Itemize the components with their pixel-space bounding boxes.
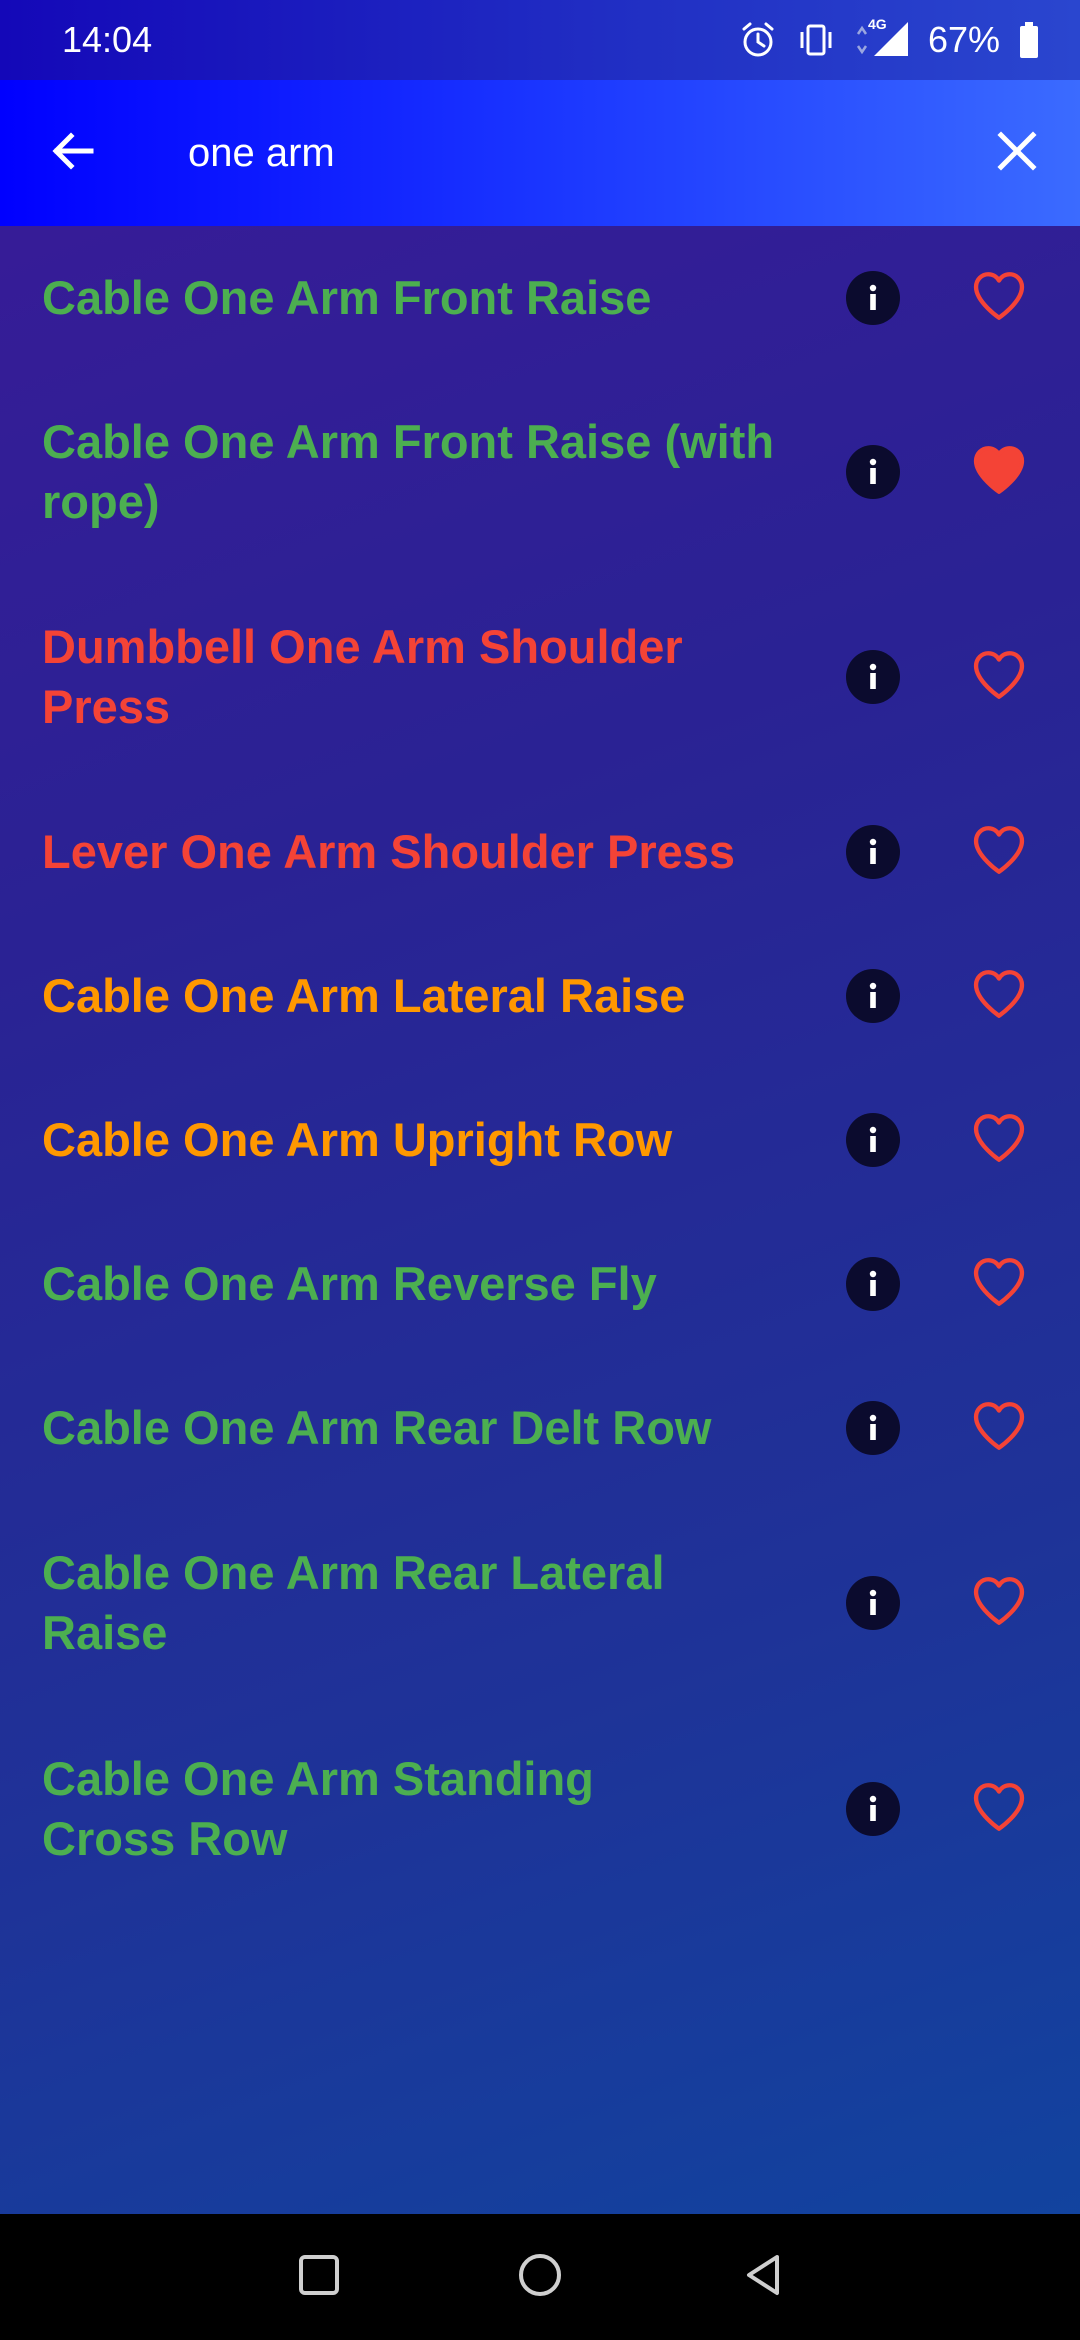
info-button[interactable] [846,825,900,879]
heart-outline-icon [970,1109,1028,1172]
list-item[interactable]: Cable One Arm Reverse Fly [0,1212,1080,1356]
heart-outline-icon [970,1397,1028,1460]
vibrate-icon [796,20,836,60]
favorite-button[interactable] [968,1397,1030,1459]
exercise-title[interactable]: Cable One Arm Upright Row [42,1110,782,1170]
exercise-title[interactable]: Dumbbell One Arm Shoulder Press [42,617,782,737]
network-type-label: 4G [867,16,887,32]
arrow-left-icon [49,127,97,180]
app-screen: 14:04 4G 67% one arm Cable One Arm Front… [0,0,1080,2340]
exercise-title[interactable]: Lever One Arm Shoulder Press [42,822,782,882]
exercise-title[interactable]: Cable One Arm Reverse Fly [42,1254,782,1314]
favorite-button[interactable] [968,965,1030,1027]
info-icon [846,825,900,879]
battery-percent: 67% [927,19,1000,60]
list-item[interactable]: Cable One Arm Front Raise [0,226,1080,370]
heart-filled-icon [970,441,1028,504]
info-button[interactable] [846,1782,900,1836]
status-bar: 14:04 4G 67% [0,0,1080,80]
heart-outline-icon [970,821,1028,884]
list-item[interactable]: Cable One Arm Rear Delt Row [0,1356,1080,1500]
favorite-button[interactable] [968,821,1030,883]
info-icon [846,969,900,1023]
exercise-title[interactable]: Cable One Arm Front Raise (with rope) [42,412,782,532]
info-button[interactable] [846,445,900,499]
info-button[interactable] [846,271,900,325]
exercise-title[interactable]: Cable One Arm Front Raise [42,268,782,328]
alarm-icon [738,20,778,60]
favorite-button[interactable] [968,1109,1030,1171]
list-item[interactable]: Cable One Arm Standing Cross Row [0,1706,1080,1912]
close-icon [995,129,1039,178]
clear-search-button[interactable] [984,120,1050,186]
list-item[interactable]: Cable One Arm Rear Lateral Raise [0,1500,1080,1706]
signal-icon: 4G [854,16,910,60]
exercise-title[interactable]: Cable One Arm Standing Cross Row [42,1749,642,1869]
info-button[interactable] [846,1257,900,1311]
info-button[interactable] [846,969,900,1023]
heart-outline-icon [970,646,1028,709]
heart-outline-icon [970,1572,1028,1635]
search-input[interactable] [188,120,948,186]
recents-button[interactable] [284,2242,354,2312]
recents-square-icon [297,2253,341,2302]
heart-outline-icon [970,965,1028,1028]
battery-icon [1018,20,1040,60]
heart-outline-icon [970,1778,1028,1841]
search-app-bar [0,80,1080,226]
list-item[interactable]: Lever One Arm Shoulder Press [0,780,1080,924]
favorite-button[interactable] [968,1778,1030,1840]
info-icon [846,1576,900,1630]
heart-outline-icon [970,1253,1028,1316]
system-nav-bar [0,2214,1080,2340]
favorite-button[interactable] [968,1253,1030,1315]
info-button[interactable] [846,1401,900,1455]
status-time: 14:04 [62,19,153,60]
favorite-button[interactable] [968,646,1030,708]
info-icon [846,445,900,499]
heart-outline-icon [970,267,1028,330]
exercise-title[interactable]: Cable One Arm Lateral Raise [42,966,782,1026]
home-circle-icon [516,2251,564,2304]
exercise-title[interactable]: Cable One Arm Rear Lateral Raise [42,1543,782,1663]
favorite-button[interactable] [968,267,1030,329]
exercise-title[interactable]: Cable One Arm Rear Delt Row [42,1398,782,1458]
info-icon [846,1782,900,1836]
info-icon [846,650,900,704]
info-icon [846,1113,900,1167]
info-icon [846,1257,900,1311]
favorite-button[interactable] [968,1572,1030,1634]
info-button[interactable] [846,650,900,704]
info-icon [846,271,900,325]
favorite-button[interactable] [968,441,1030,503]
list-item[interactable]: Cable One Arm Lateral Raise [0,924,1080,1068]
results-list: Cable One Arm Front Raise Cable One Arm … [0,226,1080,1912]
back-nav-button[interactable] [728,2242,798,2312]
info-icon [846,1401,900,1455]
info-button[interactable] [846,1113,900,1167]
back-button[interactable] [40,120,106,186]
list-item[interactable]: Cable One Arm Front Raise (with rope) [0,370,1080,574]
list-item[interactable]: Dumbbell One Arm Shoulder Press [0,574,1080,780]
home-button[interactable] [505,2242,575,2312]
list-item[interactable]: Cable One Arm Upright Row [0,1068,1080,1212]
back-triangle-icon [739,2251,787,2304]
info-button[interactable] [846,1576,900,1630]
status-icons: 4G 67% [738,14,1040,66]
